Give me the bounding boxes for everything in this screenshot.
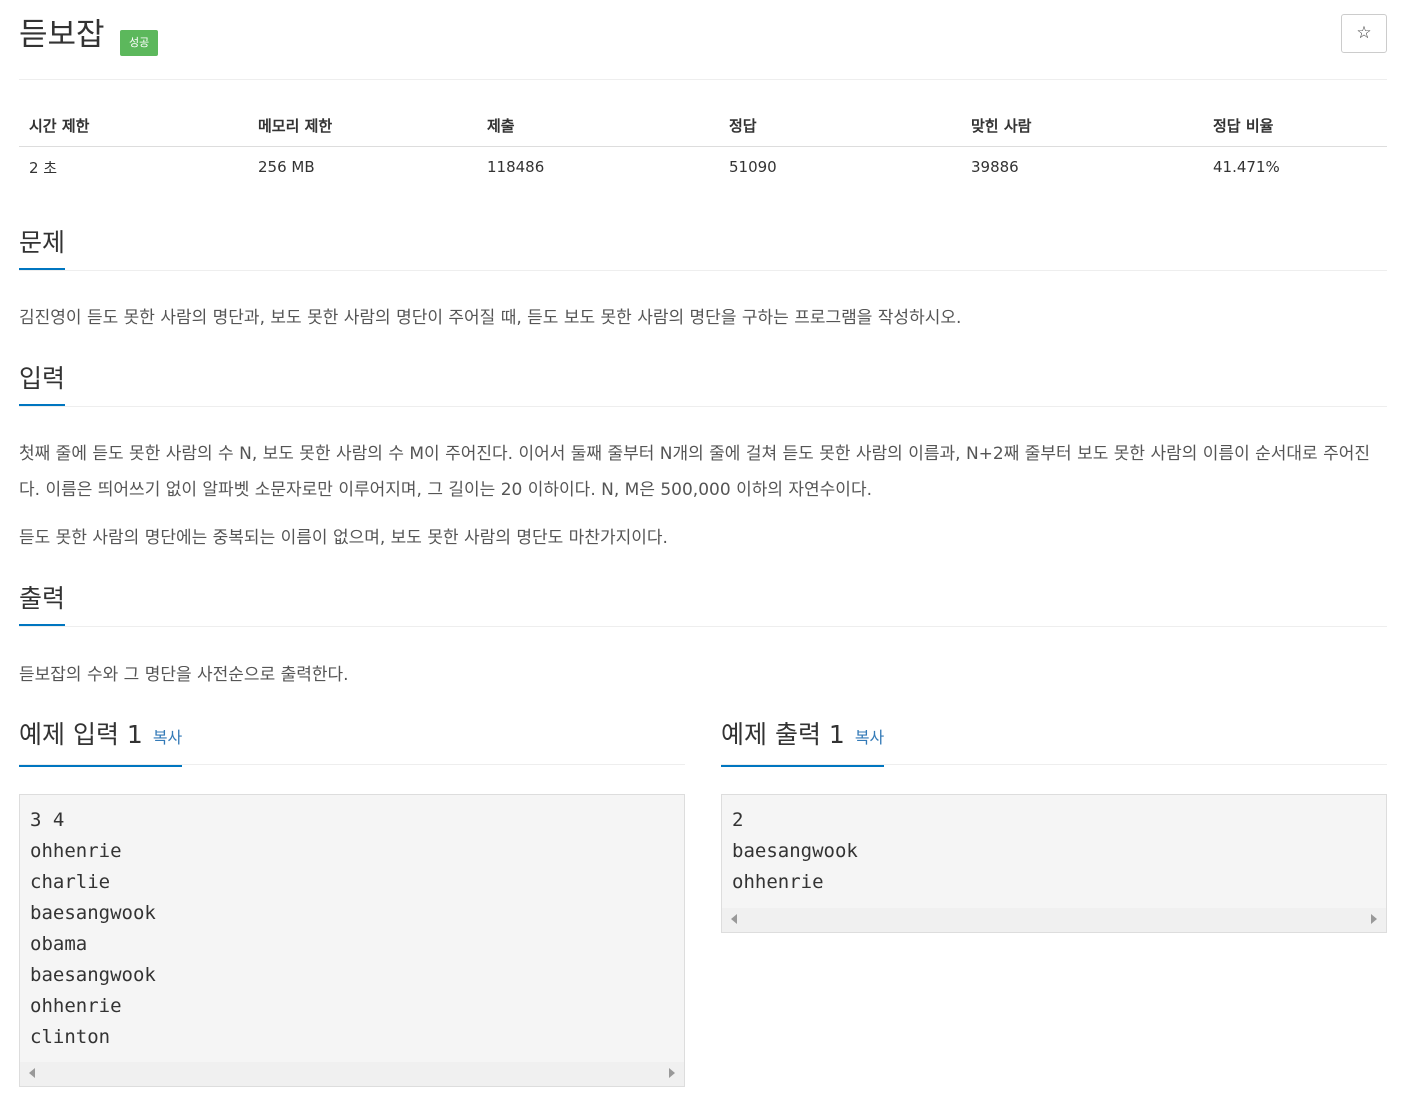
sample-output-scrollbar[interactable] xyxy=(722,908,1386,932)
sample-input-box[interactable]: 3 4 ohhenrie charlie baesangwook obama b… xyxy=(19,794,685,1087)
copy-sample-output-link[interactable]: 복사 xyxy=(855,728,884,747)
info-value-time-limit: 2 초 xyxy=(29,158,58,177)
scroll-left-icon[interactable] xyxy=(29,1068,35,1078)
input-heading: 입력 xyxy=(19,364,66,406)
sample-output-code: 2 baesangwook ohhenrie xyxy=(732,809,858,893)
problem-description: 김진영이 듣도 못한 사람의 명단과, 보도 못한 사람의 명단이 주어질 때,… xyxy=(19,308,962,328)
info-value-ratio: 41.471% xyxy=(1213,158,1280,176)
scroll-right-icon[interactable] xyxy=(1371,914,1377,924)
info-header-memory-limit: 메모리 제한 xyxy=(248,104,477,147)
output-heading: 출력 xyxy=(19,584,66,626)
problem-heading: 문제 xyxy=(19,228,66,270)
sample-input-code: 3 4 ohhenrie charlie baesangwook obama b… xyxy=(30,809,156,1048)
star-icon: ☆ xyxy=(1356,23,1372,43)
scroll-right-icon[interactable] xyxy=(669,1068,675,1078)
sample-input-heading-bar: 예제 입력 1 복사 xyxy=(19,720,685,767)
input-description: 첫째 줄에 듣도 못한 사람의 수 N, 보도 못한 사람의 수 M이 주어진다… xyxy=(19,444,1371,500)
sample-output-heading: 예제 출력 1 xyxy=(721,720,845,749)
info-value-solvers: 39886 xyxy=(971,158,1019,176)
copy-sample-input-link[interactable]: 복사 xyxy=(153,728,182,747)
status-badge: 성공 xyxy=(120,30,159,56)
sample-output-heading-bar: 예제 출력 1 복사 xyxy=(721,720,1387,767)
info-header-time-limit: 시간 제한 xyxy=(19,104,248,147)
scroll-left-icon[interactable] xyxy=(731,914,737,924)
info-header-ratio: 정답 비율 xyxy=(1203,104,1387,147)
problem-info-table: 시간 제한 메모리 제한 제출 정답 맞힌 사람 정답 비율 2 초 256 M… xyxy=(19,104,1387,187)
input-section-heading: 입력 xyxy=(19,364,1387,407)
problem-section-heading: 문제 xyxy=(19,228,1387,271)
info-value-row: 2 초 256 MB 118486 51090 39886 41.471% xyxy=(19,147,1387,188)
info-header-row: 시간 제한 메모리 제한 제출 정답 맞힌 사람 정답 비율 xyxy=(19,104,1387,147)
output-description: 듣보잡의 수와 그 명단을 사전순으로 출력한다. xyxy=(19,665,349,685)
input-description-note: 듣도 못한 사람의 명단에는 중복되는 이름이 없으며, 보도 못한 사람의 명… xyxy=(19,528,668,548)
sample-output-heading-group: 예제 출력 1 복사 xyxy=(721,720,885,767)
problem-header: 듣보잡 성공 ☆ xyxy=(19,14,1387,80)
info-header-submissions: 제출 xyxy=(477,104,719,147)
sample-input-scrollbar[interactable] xyxy=(20,1062,684,1086)
info-header-accepted: 정답 xyxy=(719,104,961,147)
info-header-solvers: 맞힌 사람 xyxy=(961,104,1203,147)
problem-page: 듣보잡 성공 ☆ 시간 제한 메모리 제한 제출 정답 맞힌 사람 정답 비율 … xyxy=(0,0,1402,1094)
info-value-submissions: 118486 xyxy=(487,158,545,176)
sample-input-heading: 예제 입력 1 xyxy=(19,720,143,749)
sample-input-heading-group: 예제 입력 1 복사 xyxy=(19,720,183,767)
favorite-button[interactable]: ☆ xyxy=(1341,14,1387,53)
output-section-heading: 출력 xyxy=(19,584,1387,627)
problem-title: 듣보잡 xyxy=(19,17,105,53)
info-value-accepted: 51090 xyxy=(729,158,777,176)
info-value-memory-limit: 256 MB xyxy=(258,158,315,176)
sample-output-box[interactable]: 2 baesangwook ohhenrie xyxy=(721,794,1387,933)
